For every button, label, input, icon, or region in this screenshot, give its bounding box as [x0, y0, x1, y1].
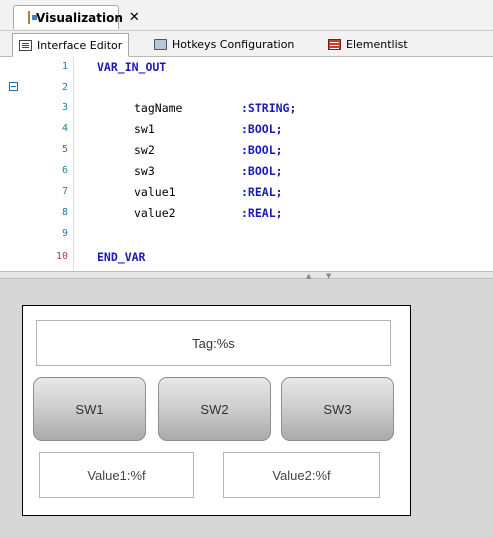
code-keyword-end-var: END_VAR	[97, 250, 146, 264]
code-keyword-var-in-out: VAR_IN_OUT	[97, 60, 167, 74]
elementlist-icon	[328, 38, 341, 50]
var-type: :BOOL;	[241, 164, 283, 178]
var-name: value2	[134, 206, 176, 220]
var-name: sw2	[134, 143, 155, 157]
var-name: value1	[134, 185, 176, 199]
var-name: sw1	[134, 122, 155, 136]
document-tab-bar: Visualization ✕	[0, 0, 493, 31]
var-type: :REAL;	[241, 206, 283, 220]
sw3-button[interactable]: SW3	[281, 377, 394, 441]
visualization-icon	[28, 11, 37, 24]
line-number: 5	[61, 144, 68, 155]
editor-sub-tab-bar: Interface Editor Hotkeys Configuration E…	[0, 31, 493, 57]
fold-collapse-icon[interactable]	[9, 82, 18, 91]
interface-editor-icon	[19, 39, 32, 51]
var-type: :REAL;	[241, 185, 283, 199]
sw2-button[interactable]: SW2	[158, 377, 271, 441]
line-number: 7	[61, 186, 68, 197]
line-number: 4	[61, 123, 68, 134]
line-number: 8	[61, 207, 68, 218]
tab-hotkeys-configuration[interactable]: Hotkeys Configuration	[148, 33, 300, 55]
visualization-frame[interactable]: Tag:%s SW1 SW2 SW3 Value1:%f Value2:%f	[22, 305, 411, 516]
gutter-divider	[73, 57, 74, 271]
var-type: :STRING;	[241, 101, 297, 115]
var-name: sw3	[134, 164, 155, 178]
sw1-button[interactable]: SW1	[33, 377, 146, 441]
line-number: 1	[61, 61, 68, 72]
line-number: 10	[55, 251, 68, 262]
pane-splitter[interactable]: ▲ ▼	[0, 271, 493, 280]
close-icon[interactable]: ✕	[129, 10, 140, 25]
keyboard-icon	[154, 38, 167, 50]
line-number: 6	[61, 165, 68, 176]
tab-label: Hotkeys Configuration	[172, 37, 295, 51]
tag-textfield[interactable]: Tag:%s	[36, 320, 391, 366]
visualization-canvas[interactable]: Tag:%s SW1 SW2 SW3 Value1:%f Value2:%f	[0, 279, 493, 537]
visualization-tab[interactable]: Visualization ✕	[13, 5, 140, 29]
line-number: 2	[61, 82, 68, 93]
value1-textfield[interactable]: Value1:%f	[39, 452, 194, 498]
line-number: 3	[61, 102, 68, 113]
declaration-editor[interactable]: 1 2 3 4 5 6 7 8 9 10 VAR_IN_OUT tagName …	[0, 57, 493, 271]
var-name: tagName	[134, 101, 183, 115]
tab-elementlist[interactable]: Elementlist	[322, 33, 414, 55]
var-type: :BOOL;	[241, 122, 283, 136]
tab-label: Interface Editor	[37, 38, 123, 52]
tab-interface-editor[interactable]: Interface Editor	[12, 33, 130, 57]
tab-label: Elementlist	[346, 37, 408, 51]
line-number: 9	[61, 228, 68, 239]
var-type: :BOOL;	[241, 143, 283, 157]
tab-title: Visualization	[36, 10, 123, 25]
value2-textfield[interactable]: Value2:%f	[223, 452, 380, 498]
